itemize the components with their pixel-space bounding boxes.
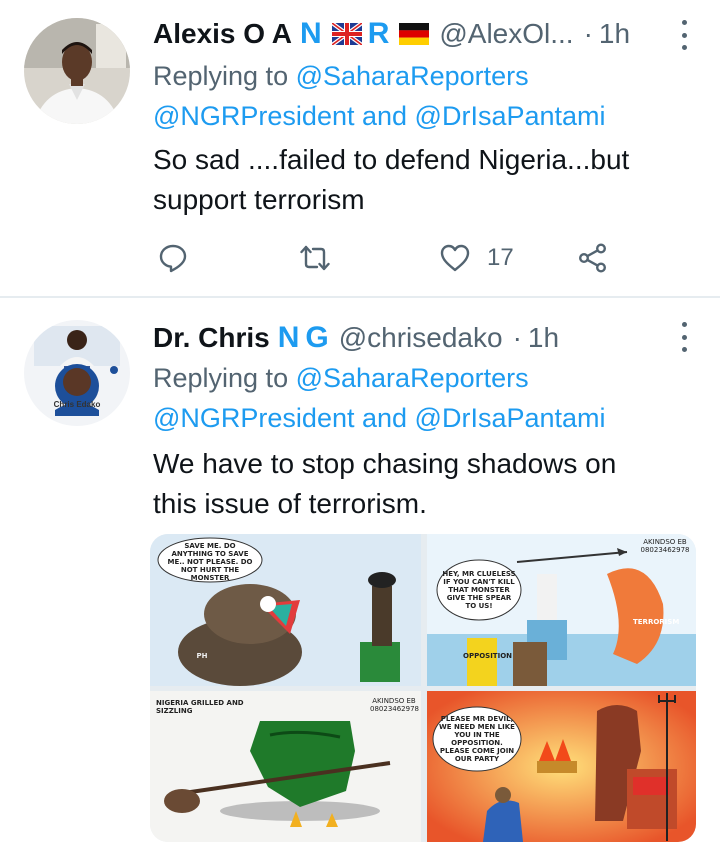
more-icon[interactable] bbox=[678, 20, 690, 50]
tweet-text: So sad ....failed to defend Nigeria...bu… bbox=[153, 140, 680, 220]
tweet-header: Dr. Chris N G @chrisedako · 1h bbox=[153, 318, 690, 358]
replying-to: Replying to @SaharaReporters @NGRPreside… bbox=[153, 358, 680, 438]
cartoon-label: PH bbox=[196, 652, 208, 660]
cartoon-caption: NIGERIA GRILLED AND SIZZLING bbox=[156, 699, 244, 715]
reply-icon bbox=[159, 244, 187, 273]
cartoon-drawing bbox=[427, 534, 696, 686]
media-grid[interactable]: SAVE ME. DO ANYTHING TO SAVE ME.. NOT PL… bbox=[150, 534, 696, 842]
author-handle[interactable]: @AlexOl... bbox=[439, 18, 573, 50]
share-icon bbox=[579, 243, 607, 273]
cartoon-image-1[interactable]: SAVE ME. DO ANYTHING TO SAVE ME.. NOT PL… bbox=[150, 534, 421, 686]
cartoon-image-3[interactable]: NIGERIA GRILLED AND SIZZLING AKINDSO EB … bbox=[150, 691, 421, 842]
cartoon-signature: AKINDSO EB 08023462978 bbox=[640, 538, 690, 554]
germany-flag-icon bbox=[399, 23, 430, 45]
replying-and: and bbox=[354, 101, 415, 131]
replying-and: and bbox=[354, 403, 415, 433]
author-name[interactable]: Dr. Chris bbox=[153, 322, 270, 354]
tweet-text-line: support terrorism bbox=[153, 184, 365, 215]
cartoon-drawing bbox=[427, 691, 696, 842]
tweet-alexis[interactable]: Alexis O A N R @AlexOl... · 1h Replying … bbox=[0, 0, 720, 296]
mention-link[interactable]: @DrIsaPantami bbox=[415, 101, 606, 131]
cartoon-label: OPPOSITION bbox=[463, 652, 512, 660]
mention-link[interactable]: @NGRPresident bbox=[153, 101, 354, 131]
mention-link[interactable]: @DrIsaPantami bbox=[415, 403, 606, 433]
like-button[interactable]: 17 bbox=[439, 238, 514, 278]
replying-to: Replying to @SaharaReporters @NGRPreside… bbox=[153, 56, 680, 136]
tweet-text-line: this issue of terrorism. bbox=[153, 488, 427, 519]
cartoon-image-4[interactable]: PLEASE MR DEVIL, WE NEED MEN LIKE YOU IN… bbox=[427, 691, 696, 842]
mention-link[interactable]: @NGRPresident bbox=[153, 403, 354, 433]
like-icon bbox=[440, 244, 470, 272]
uk-flag-icon bbox=[331, 23, 362, 45]
tweet-chris[interactable]: Chris Edako Dr. Chris N G @chrisedako · … bbox=[0, 298, 720, 856]
cartoon-caption: SAVE ME. DO ANYTHING TO SAVE ME.. NOT PL… bbox=[167, 542, 253, 582]
tweet-time[interactable]: 1h bbox=[528, 322, 559, 354]
tweet-text: We have to stop chasing shadows on this … bbox=[153, 444, 680, 524]
reply-button[interactable] bbox=[157, 238, 189, 278]
cartoon-caption: PLEASE MR DEVIL, WE NEED MEN LIKE YOU IN… bbox=[439, 715, 515, 763]
tweet-text-line: So sad ....failed to defend Nigeria...bu… bbox=[153, 144, 630, 175]
author-handle[interactable]: @chrisedako bbox=[339, 322, 503, 354]
avatar-photo bbox=[24, 320, 130, 426]
name-badge-letter: R bbox=[367, 17, 390, 50]
tweet-text-line: We have to stop chasing shadows on bbox=[153, 448, 617, 479]
avatar[interactable]: Chris Edako bbox=[24, 320, 130, 426]
author-name[interactable]: Alexis O A bbox=[153, 18, 292, 50]
separator-dot: · bbox=[512, 322, 522, 353]
name-badge-letter: G bbox=[305, 321, 329, 354]
share-button[interactable] bbox=[577, 238, 609, 278]
tweet-header: Alexis O A N R @AlexOl... · 1h bbox=[153, 14, 690, 54]
mention-link[interactable]: @SaharaReporters bbox=[296, 61, 529, 91]
cartoon-caption: HEY, MR CLUELESS IF YOU CAN'T KILL THAT … bbox=[442, 570, 516, 610]
retweet-icon bbox=[300, 245, 330, 271]
name-badge-letter: N bbox=[277, 321, 300, 354]
retweet-button[interactable] bbox=[299, 238, 331, 278]
like-count: 17 bbox=[487, 244, 514, 271]
cartoon-image-2[interactable]: HEY, MR CLUELESS IF YOU CAN'T KILL THAT … bbox=[427, 534, 696, 686]
cartoon-label: TERRORISM bbox=[633, 618, 680, 626]
more-icon[interactable] bbox=[678, 322, 690, 352]
replying-prefix: Replying to bbox=[153, 363, 296, 393]
replying-prefix: Replying to bbox=[153, 61, 296, 91]
tweet-time[interactable]: 1h bbox=[599, 18, 630, 50]
mention-link[interactable]: @SaharaReporters bbox=[296, 363, 529, 393]
separator-dot: · bbox=[583, 18, 593, 49]
avatar-caption: Chris Edako bbox=[53, 400, 101, 409]
avatar-photo bbox=[24, 18, 130, 124]
tweet-actions: 17 bbox=[153, 238, 623, 278]
cartoon-signature: AKINDSO EB 08023462978 bbox=[370, 697, 419, 713]
name-badge-letter: N bbox=[300, 17, 322, 50]
avatar[interactable] bbox=[24, 18, 130, 124]
